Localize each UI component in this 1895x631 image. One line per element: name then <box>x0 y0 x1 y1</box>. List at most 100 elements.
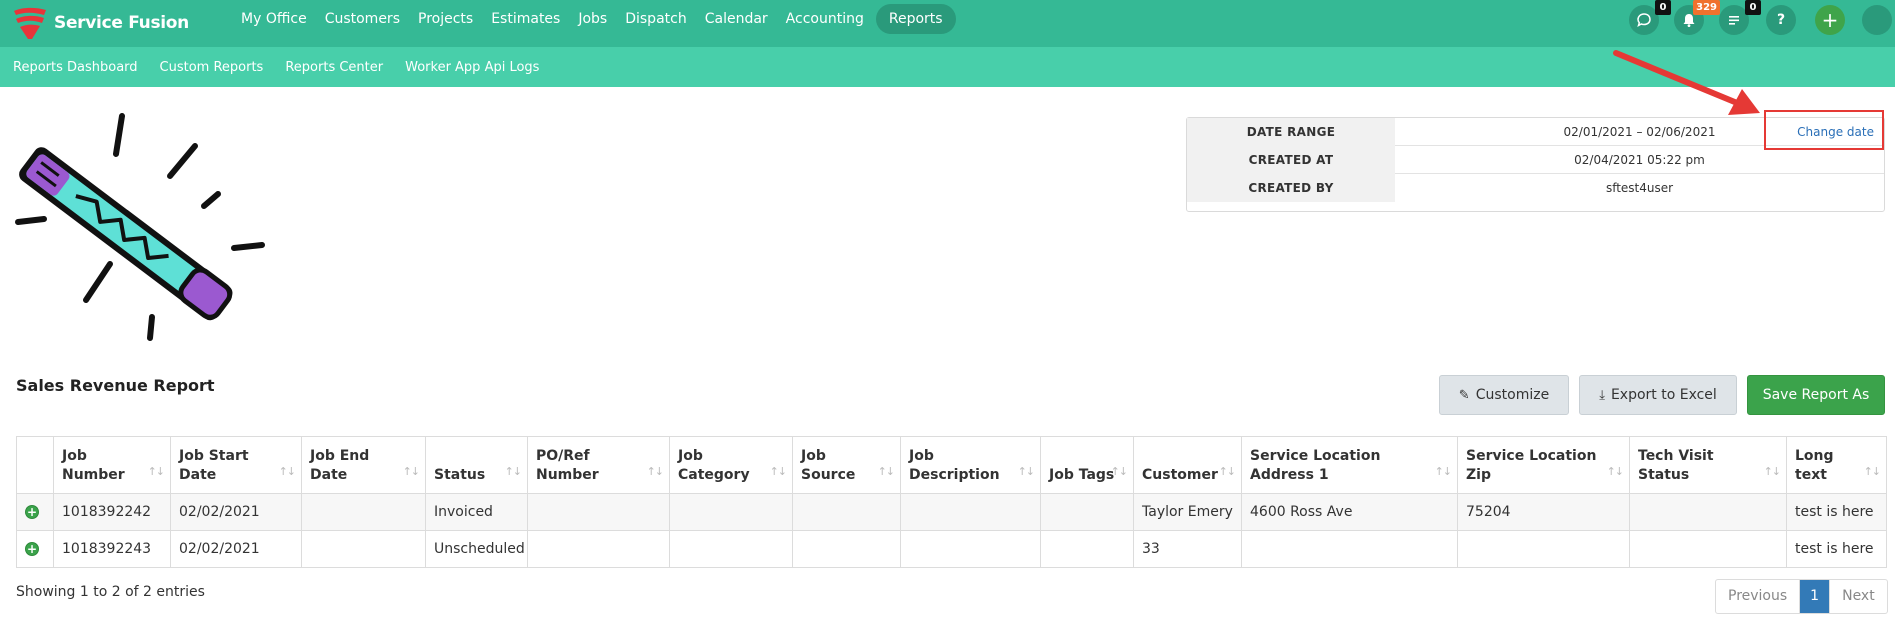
table-cell: Invoiced <box>425 493 528 531</box>
brand-name: Service Fusion <box>54 13 189 33</box>
column-header[interactable]: Job Source ↑↓ <box>792 436 901 494</box>
nav-item-estimates[interactable]: Estimates <box>482 4 569 34</box>
column-header[interactable]: Customer ↑↓ <box>1133 436 1242 494</box>
top-navbar: Service Fusion My Office Customers Proje… <box>0 0 1895 47</box>
customize-label: Customize <box>1475 387 1550 403</box>
column-header[interactable]: Job Number ↑↓ <box>53 436 171 494</box>
nav-item-calendar[interactable]: Calendar <box>696 4 777 34</box>
date-range-label: DATE RANGE <box>1187 118 1395 146</box>
next-page-button[interactable]: Next <box>1829 580 1887 613</box>
sort-icon: ↑↓ <box>1763 465 1781 478</box>
column-header[interactable]: Job Description ↑↓ <box>900 436 1041 494</box>
nav-item-dispatch[interactable]: Dispatch <box>616 4 696 34</box>
customize-button[interactable]: ✎ Customize <box>1439 375 1569 415</box>
export-label: Export to Excel <box>1610 387 1717 403</box>
table-cell <box>301 493 426 531</box>
chat-bubble-icon <box>1637 13 1651 28</box>
column-header[interactable]: Tech Visit Status ↑↓ <box>1629 436 1787 494</box>
tasks-button[interactable]: 0 <box>1719 0 1761 35</box>
table-cell: 02/02/2021 <box>170 530 302 568</box>
subnav-reports-center[interactable]: Reports Center <box>285 60 383 75</box>
table-cell <box>792 493 901 531</box>
sort-icon: ↑↓ <box>769 465 787 478</box>
sort-icon: ↑↓ <box>877 465 895 478</box>
chat-button[interactable]: 0 <box>1629 0 1671 35</box>
list-lines-icon <box>1729 16 1739 25</box>
table-cell <box>301 530 426 568</box>
created-by-value: sftest4user <box>1605 181 1674 195</box>
subnav-worker-app-api-logs[interactable]: Worker App Api Logs <box>405 60 539 75</box>
nav-item-customers[interactable]: Customers <box>316 4 409 34</box>
table-cell: 75204 <box>1457 493 1630 531</box>
save-report-label: Save Report As <box>1762 387 1870 403</box>
add-new-button[interactable]: + <box>1815 5 1845 35</box>
help-button[interactable]: ? <box>1766 5 1796 35</box>
table-cell <box>1040 493 1134 531</box>
column-header[interactable]: Long text ↑↓ <box>1786 436 1887 494</box>
notifications-badge: 329 <box>1693 0 1720 15</box>
column-header[interactable]: Service Location Zip ↑↓ <box>1457 436 1630 494</box>
nav-item-accounting[interactable]: Accounting <box>777 4 873 34</box>
row-expand-cell[interactable]: + <box>16 493 54 531</box>
created-at-value: 02/04/2021 05:22 pm <box>1395 146 1884 174</box>
table-cell <box>1629 530 1787 568</box>
column-header[interactable]: PO/Ref Number ↑↓ <box>527 436 670 494</box>
question-mark-icon: ? <box>1776 12 1786 28</box>
sort-icon: ↑↓ <box>402 465 420 478</box>
table-cell <box>1241 530 1458 568</box>
created-at-row: CREATED AT 02/04/2021 05:22 pm <box>1187 146 1884 174</box>
nav-item-jobs[interactable]: Jobs <box>569 4 616 34</box>
expand-plus-icon[interactable]: + <box>25 505 39 519</box>
report-title: Sales Revenue Report <box>16 376 215 395</box>
pencil-icon: ✎ <box>1458 387 1470 403</box>
table-cell <box>527 493 670 531</box>
nav-item-reports[interactable]: Reports <box>875 4 956 34</box>
sort-icon: ↑↓ <box>1606 465 1624 478</box>
sort-icon: ↑↓ <box>278 465 296 478</box>
table-header-row: Job Number ↑↓ Job Start Date ↑↓ Job End Da… <box>16 436 1887 494</box>
table-cell: 4600 Ross Ave <box>1241 493 1458 531</box>
brand[interactable]: Service Fusion <box>10 4 189 42</box>
expand-column-header <box>16 436 54 494</box>
page-1-button[interactable]: 1 <box>1800 580 1830 613</box>
table-cell: Unscheduled <box>425 530 528 568</box>
notifications-button[interactable]: 329 <box>1674 0 1720 35</box>
table-cell: Taylor Emery <box>1133 493 1242 531</box>
column-header[interactable]: Job Start Date ↑↓ <box>170 436 302 494</box>
sort-icon: ↑↓ <box>646 465 664 478</box>
table-cell: 02/02/2021 <box>170 493 302 531</box>
table-cell: test is here <box>1786 493 1887 531</box>
column-header[interactable]: Status ↑↓ <box>425 436 528 494</box>
subnav-custom-reports[interactable]: Custom Reports <box>160 60 264 75</box>
table-cell <box>669 530 793 568</box>
sort-icon: ↑↓ <box>1218 465 1236 478</box>
export-excel-button[interactable]: ⤓ Export to Excel <box>1579 375 1737 415</box>
change-date-highlight <box>1764 110 1884 150</box>
sort-icon: ↑↓ <box>504 465 522 478</box>
entries-info: Showing 1 to 2 of 2 entries <box>16 584 205 600</box>
marker-illustration-icon <box>15 113 265 341</box>
sort-icon: ↑↓ <box>1110 465 1128 478</box>
table-row: + 1018392243 02/02/2021 Unscheduled 33 t… <box>16 530 1887 568</box>
save-report-as-button[interactable]: Save Report As <box>1747 375 1885 415</box>
row-expand-cell[interactable]: + <box>16 530 54 568</box>
nav-item-my-office[interactable]: My Office <box>232 4 316 34</box>
column-header[interactable]: Job Tags ↑↓ <box>1040 436 1134 494</box>
table-cell <box>1040 530 1134 568</box>
user-avatar[interactable] <box>1862 5 1892 35</box>
column-header[interactable]: Job Category ↑↓ <box>669 436 793 494</box>
nav-item-projects[interactable]: Projects <box>409 4 482 34</box>
table-cell <box>900 530 1041 568</box>
created-by-row: CREATED BY sftest4user <box>1187 174 1884 202</box>
expand-plus-icon[interactable]: + <box>25 542 39 556</box>
annotation-arrow-icon <box>1613 50 1760 115</box>
previous-page-button[interactable]: Previous <box>1716 580 1801 613</box>
column-header[interactable]: Job End Date ↑↓ <box>301 436 426 494</box>
service-fusion-logo-icon <box>14 7 46 39</box>
main-nav: My Office Customers Projects Estimates J… <box>232 4 956 34</box>
column-header[interactable]: Service Location Address 1 ↑↓ <box>1241 436 1458 494</box>
table-cell <box>792 530 901 568</box>
subnav-reports-dashboard[interactable]: Reports Dashboard <box>13 60 138 75</box>
table-cell: test is here <box>1786 530 1887 568</box>
table-cell: 1018392242 <box>53 493 171 531</box>
